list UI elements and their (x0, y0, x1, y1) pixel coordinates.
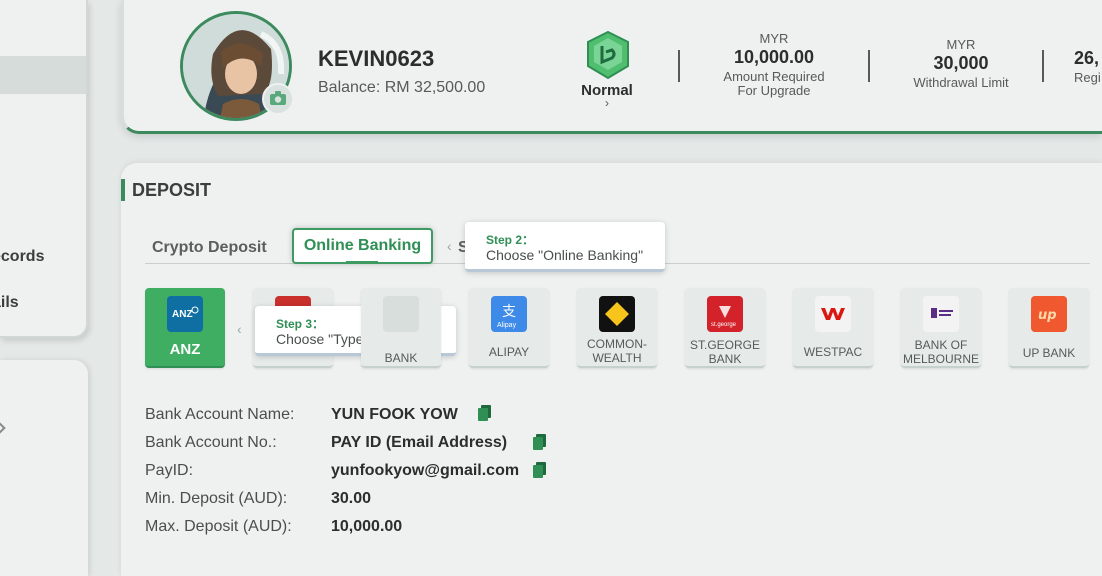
camera-icon[interactable] (262, 83, 294, 115)
detail-label-max-deposit: Max. Deposit (AUD): (145, 518, 292, 535)
svg-text:ANZ: ANZ (172, 309, 193, 320)
bank-anz[interactable]: ANZ ANZ (145, 288, 225, 368)
profile-header: KEVIN0623 Balance: RM 32,500.00 Normal ›… (121, 0, 1102, 134)
bank-stgeorge[interactable]: st.george ST.GEORGE BANK (685, 288, 765, 368)
section-title: DEPOSIT (132, 180, 212, 200)
section-accent-bar (121, 179, 125, 201)
divider (1042, 50, 1044, 82)
bank-name-line: BANK (708, 352, 742, 366)
bank-name: ALIPAY (488, 345, 530, 359)
tab-active-indicator (346, 261, 378, 264)
detail-value-payid: yunfookyow@gmail.com (331, 462, 520, 479)
detail-value-account-no: PAY ID (Email Address) (331, 434, 508, 451)
bank-logo-icon (383, 296, 419, 332)
balance-text: Balance: RM 32,500.00 (318, 79, 486, 96)
sidebar-item-records[interactable]: ecords (0, 248, 44, 266)
westpac-logo-icon (815, 296, 851, 332)
stat-label: Withdrawal Limit (913, 75, 1009, 90)
bank-alipay[interactable]: 支 Alipay ALIPAY (469, 288, 549, 368)
detail-label-payid: PayID: (145, 462, 194, 479)
svg-text:up: up (1038, 308, 1057, 323)
divider (678, 50, 680, 82)
bank-name-line: WEALTH (592, 351, 642, 365)
username: KEVIN0623 (318, 46, 435, 71)
tooltip-step-label: Step 3： (276, 317, 325, 331)
up-bank-logo-icon: up (1031, 296, 1067, 332)
detail-label-account-name: Bank Account Name: (145, 406, 295, 423)
copy-icon[interactable] (533, 462, 546, 478)
sidebar-active-item[interactable] (0, 56, 86, 94)
copy-icon[interactable] (478, 405, 491, 421)
anz-logo-icon: ANZ (167, 296, 203, 332)
stgeorge-logo-icon: st.george (707, 296, 743, 332)
tooltip-step-2: Step 2： Choose "Online Banking" (465, 222, 665, 272)
stat-label: Regi (1074, 70, 1101, 85)
detail-label-min-deposit: Min. Deposit (AUD): (145, 490, 288, 507)
bank-name: BANK OF MELBOURNE (901, 338, 981, 366)
copy-icon[interactable] (533, 434, 546, 450)
detail-value-min-deposit: 30.00 (331, 490, 372, 507)
divider (868, 50, 870, 82)
alipay-logo-icon: 支 Alipay (491, 296, 527, 332)
bank-name-line: MELBOURNE (902, 352, 979, 366)
stat-withdrawal-limit: MYR 30,000 Withdrawal Limit (894, 37, 1028, 90)
sidebar: ecords ails (0, 0, 88, 338)
bank-melbourne[interactable]: BANK OF MELBOURNE (901, 288, 981, 368)
svg-text:st.george: st.george (711, 322, 737, 328)
chevron-right-icon (0, 422, 6, 434)
tooltip-text: Choose "Online Banking" (486, 247, 644, 263)
stat-value: 26, (1074, 48, 1100, 68)
chevron-left-icon: ‹ (447, 238, 452, 254)
chevron-left-icon: ‹ (237, 321, 242, 337)
sidebar-lower-panel (0, 360, 88, 576)
tab-online-banking[interactable]: Online Banking (292, 228, 433, 264)
stat-upgrade: MYR 10,000.00 Amount Required For Upgrad… (704, 31, 844, 98)
svg-text:支: 支 (502, 304, 516, 320)
tooltip-step-label: Step 2： (486, 233, 535, 247)
stat-label: For Upgrade (737, 83, 811, 98)
stat-currency: MYR (946, 37, 976, 52)
bank-name: ST.GEORGE BANK (685, 338, 765, 366)
bank-name: UP BANK (1022, 346, 1076, 360)
bank-name: BANK (384, 351, 418, 365)
stat-register: 26, Regi (1074, 47, 1101, 85)
stat-label: Amount Required (723, 69, 825, 84)
vip-badge-icon[interactable] (582, 30, 634, 85)
commonwealth-logo-icon (599, 296, 635, 332)
detail-value-account-name: YUN FOOK YOW (331, 406, 458, 423)
deposit-panel: DEPOSIT Crypto Deposit Online Banking S … (121, 163, 1102, 576)
bank-name-line: BANK OF (914, 338, 968, 352)
bank-of-melbourne-logo-icon (923, 296, 959, 332)
svg-text:Alipay: Alipay (497, 322, 517, 329)
bank-name: ANZ (169, 341, 201, 358)
tab-crypto-deposit[interactable]: Crypto Deposit (152, 239, 267, 257)
sidebar-item-details[interactable]: ails (0, 294, 19, 312)
bank-commonwealth[interactable]: COMMON- WEALTH (577, 288, 657, 368)
bank-name-line: COMMON- (587, 337, 647, 351)
bank-name: COMMON- WEALTH (577, 337, 657, 365)
stat-currency: MYR (759, 31, 789, 46)
bank-westpac[interactable]: WESTPAC (793, 288, 873, 368)
stat-value: 30,000 (933, 53, 989, 73)
chevron-down-icon[interactable]: › (599, 96, 615, 110)
stat-value: 10,000.00 (733, 47, 815, 67)
bank-name-line: ST.GEORGE (689, 338, 760, 352)
detail-value-max-deposit: 10,000.00 (331, 518, 403, 535)
detail-label-account-no: Bank Account No.: (145, 434, 277, 451)
bank-up[interactable]: up UP BANK (1009, 288, 1089, 368)
bank-option-3[interactable]: BANK (361, 288, 441, 368)
bank-name: WESTPAC (803, 345, 863, 359)
